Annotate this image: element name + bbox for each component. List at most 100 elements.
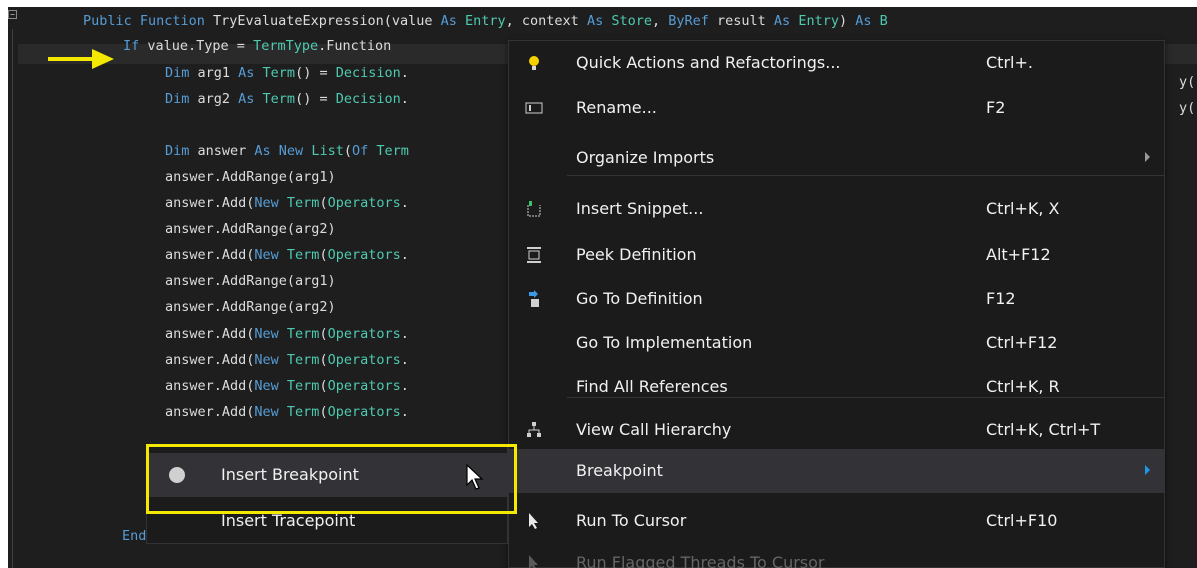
menu-item-view-call-hierarchy[interactable]: View Call Hierarchy Ctrl+K, Ctrl+T — [509, 408, 1164, 452]
code-token: As — [238, 65, 263, 81]
code-token: Dim — [165, 91, 198, 107]
code-token: New — [254, 352, 287, 368]
code-line: Public Function TryEvaluateExpression(va… — [83, 12, 888, 30]
peek-definition-icon — [525, 246, 543, 264]
code-token: answer.Add( — [165, 404, 255, 420]
code-token: . — [400, 247, 409, 263]
code-line: answer.AddRange(arg1) — [165, 168, 336, 186]
code-token: answer — [197, 143, 255, 159]
code-token: answer.Add( — [165, 195, 255, 211]
run-to-cursor-icon — [525, 512, 543, 530]
go-to-definition-icon — [525, 290, 543, 308]
menu-item-label: Go To Definition — [576, 289, 703, 308]
menu-item-shortcut: Ctrl+K, Ctrl+T — [986, 420, 1101, 439]
code-token: ( — [319, 352, 328, 368]
menu-item-shortcut: Ctrl+F10 — [986, 511, 1058, 530]
menu-item-label: Run To Cursor — [576, 511, 687, 530]
code-line: Dim arg1 As Term() = Decision. — [165, 64, 409, 82]
code-token: Term — [262, 91, 296, 107]
menu-item-organize-imports[interactable]: Organize Imports — [509, 136, 1164, 180]
code-token: , — [651, 13, 669, 29]
menu-item-go-to-definition[interactable]: Go To Definition F12 — [509, 277, 1164, 321]
code-token: Operators — [327, 195, 401, 211]
menu-item-label: Go To Implementation — [576, 333, 753, 352]
menu-item-quick-actions-and-refactorings[interactable]: Quick Actions and Refactorings... Ctrl+. — [509, 41, 1164, 85]
code-token: List — [311, 143, 344, 159]
code-token: () = — [295, 65, 336, 81]
code-token: New — [254, 404, 287, 420]
code-token: Public Function — [83, 13, 214, 29]
code-token: ( — [319, 378, 328, 394]
code-token: ( — [319, 326, 328, 342]
menu-item-rename[interactable]: Rename... F2 — [509, 86, 1164, 130]
code-line: answer.AddRange(arg2) — [165, 220, 336, 238]
run-flagged-threads-icon — [525, 554, 543, 568]
menu-item-label: Quick Actions and Refactorings... — [576, 53, 841, 72]
code-token: ) — [838, 13, 856, 29]
menu-separator — [567, 397, 1164, 398]
code-token: . — [400, 65, 409, 81]
menu-item-label: Organize Imports — [576, 148, 715, 167]
code-token: Operators — [327, 247, 401, 263]
code-token: As — [586, 13, 612, 29]
menu-item-peek-definition[interactable]: Peek Definition Alt+F12 — [509, 233, 1164, 277]
code-token: Operators — [327, 352, 401, 368]
code-line: If value.Type = TermType.Function — [123, 37, 391, 55]
menu-item-insert-snippet[interactable]: Insert Snippet... Ctrl+K, X — [509, 187, 1164, 231]
code-token: answer.AddRange(arg1) — [165, 273, 336, 289]
code-token: answer.Add( — [165, 326, 255, 342]
menu-item-run-to-cursor[interactable]: Run To Cursor Ctrl+F10 — [509, 499, 1164, 543]
code-token: Store — [611, 13, 652, 29]
code-token: Decision — [335, 65, 401, 81]
collapse-icon[interactable]: − — [8, 10, 17, 19]
code-token: Dim — [165, 143, 198, 159]
code-token: . — [400, 352, 409, 368]
code-token: If — [123, 38, 148, 54]
code-token: . — [400, 404, 409, 420]
code-token: New — [254, 247, 287, 263]
execution-pointer-arrow-icon — [48, 49, 114, 69]
menu-item-find-all-references[interactable]: Find All References Ctrl+K, R — [509, 365, 1164, 409]
menu-item-run-flagged-threads-to-cursor[interactable]: Run Flagged Threads To Cursor — [509, 541, 1164, 568]
code-token: arg1 — [197, 65, 239, 81]
menu-item-label: Peek Definition — [576, 245, 697, 264]
code-token: B — [879, 13, 888, 29]
code-token: TermType — [253, 38, 319, 54]
code-token: ByRef — [668, 13, 718, 29]
code-token: As — [238, 91, 263, 107]
call-hierarchy-icon — [525, 421, 543, 439]
code-token: Operators — [327, 378, 401, 394]
menu-item-breakpoint[interactable]: Breakpoint — [509, 449, 1164, 493]
menu-item-label: View Call Hierarchy — [576, 420, 732, 439]
code-fragment: y( — [1179, 74, 1196, 90]
code-token: Operators — [327, 326, 401, 342]
code-token: answer.AddRange(arg2) — [165, 221, 336, 237]
code-token: Entry — [798, 13, 839, 29]
menu-item-go-to-implementation[interactable]: Go To Implementation Ctrl+F12 — [509, 321, 1164, 365]
code-token: .Function — [318, 38, 392, 54]
code-token: Decision — [335, 91, 401, 107]
code-token: . — [400, 91, 409, 107]
code-token: answer.AddRange(arg2) — [165, 299, 336, 315]
code-token: () = — [295, 91, 336, 107]
code-token: Dim — [165, 65, 198, 81]
menu-item-label: Rename... — [576, 98, 657, 117]
code-token: Term — [286, 378, 320, 394]
mouse-cursor-icon — [466, 464, 484, 490]
lightbulb-icon — [525, 54, 543, 72]
code-token: New — [254, 195, 287, 211]
menu-item-shortcut: Ctrl+. — [986, 53, 1033, 72]
code-token: Term — [286, 404, 320, 420]
menu-item-label: Breakpoint — [576, 461, 663, 480]
code-line: answer.Add(New Term(Operators. — [165, 403, 409, 421]
code-token: Entry — [465, 13, 506, 29]
menu-separator — [567, 175, 1164, 176]
code-token: ( — [319, 247, 328, 263]
code-line: answer.AddRange(arg1) — [165, 272, 336, 290]
menu-item-shortcut: F2 — [986, 98, 1006, 117]
code-token: Term — [262, 65, 296, 81]
code-token: Term — [286, 352, 320, 368]
code-fragment: End — [122, 528, 147, 544]
rename-icon — [525, 99, 543, 117]
code-token: As — [773, 13, 799, 29]
